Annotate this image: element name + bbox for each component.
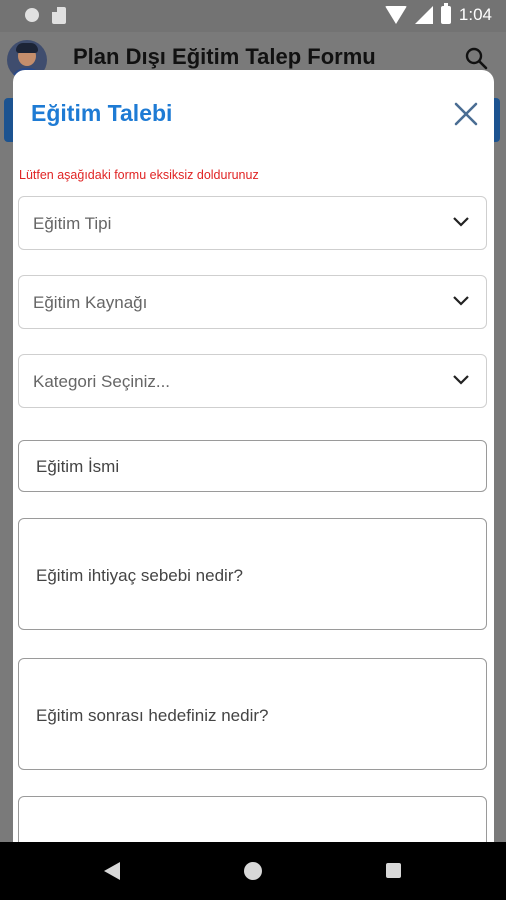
post-goal-placeholder: Eğitim sonrası hedefiniz nedir? <box>36 706 269 725</box>
education-request-dialog: Eğitim Talebi Lütfen aşağıdaki formu eks… <box>13 70 494 860</box>
search-icon[interactable] <box>464 46 488 70</box>
need-reason-textarea[interactable]: Eğitim ihtiyaç sebebi nedir? <box>18 518 487 630</box>
category-select[interactable]: Kategori Seçiniz... <box>18 354 487 408</box>
sd-card-icon <box>52 7 66 24</box>
dialog-title: Eğitim Talebi <box>31 100 173 126</box>
recent-apps-icon[interactable] <box>386 863 401 878</box>
battery-icon <box>440 3 451 24</box>
category-placeholder: Kategori Seçiniz... <box>33 372 171 391</box>
status-bar: 1:04 <box>0 0 506 32</box>
chevron-down-icon <box>453 296 469 306</box>
need-reason-placeholder: Eğitim ihtiyaç sebebi nedir? <box>36 566 243 585</box>
education-type-select[interactable]: Eğitim Tipi <box>18 196 487 250</box>
notification-dot-icon <box>25 8 39 22</box>
status-time: 1:04 <box>458 5 492 24</box>
home-icon[interactable] <box>244 862 262 880</box>
education-name-input[interactable]: Eğitim İsmi <box>18 440 487 492</box>
wifi-icon <box>384 6 407 24</box>
post-goal-textarea[interactable]: Eğitim sonrası hedefiniz nedir? <box>18 658 487 770</box>
education-type-placeholder: Eğitim Tipi <box>33 214 112 233</box>
system-nav-bar <box>0 842 506 900</box>
signal-icon <box>414 6 433 24</box>
page-title: Plan Dışı Eğitim Talep Formu <box>73 44 376 69</box>
education-source-placeholder: Eğitim Kaynağı <box>33 293 148 312</box>
close-icon[interactable] <box>452 100 480 128</box>
chevron-down-icon <box>453 375 469 385</box>
education-source-select[interactable]: Eğitim Kaynağı <box>18 275 487 329</box>
back-icon[interactable] <box>104 862 120 880</box>
form-hint: Lütfen aşağıdaki formu eksiksiz doldurun… <box>19 168 259 182</box>
chevron-down-icon <box>453 217 469 227</box>
education-name-placeholder: Eğitim İsmi <box>36 457 120 476</box>
